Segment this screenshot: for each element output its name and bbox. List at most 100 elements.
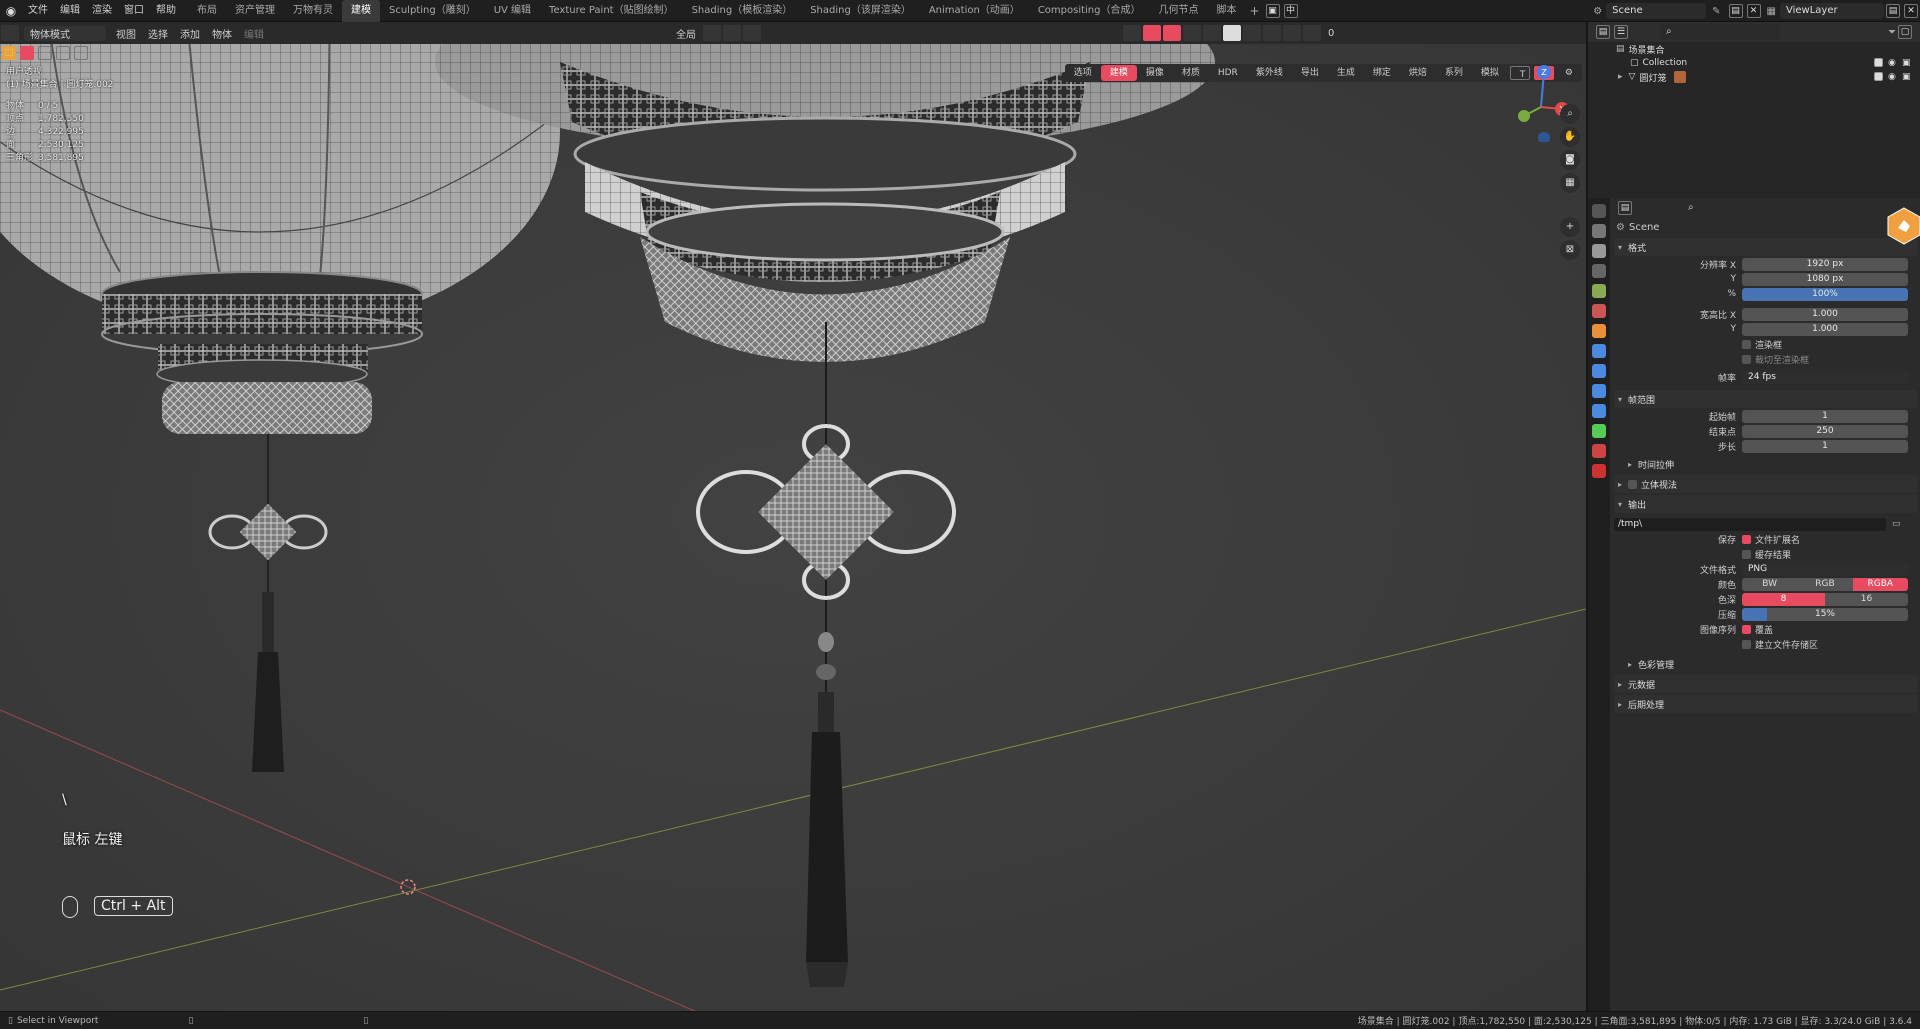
tab-sculpting[interactable]: Sculpting（雕刻）: [380, 0, 485, 22]
section-frame-range[interactable]: ▾ 帧范围: [1614, 390, 1918, 408]
mode-select[interactable]: 物体模式: [24, 25, 106, 41]
delete-scene-icon[interactable]: ✕: [1746, 4, 1761, 18]
particles-tab-icon[interactable]: [1592, 364, 1606, 378]
subsection-color-management[interactable]: ▸ 色彩管理: [1614, 655, 1918, 673]
folder-icon[interactable]: ▭: [1892, 519, 1901, 529]
outliner-row-lantern[interactable]: ▸ ▽ 圆灯笼 ◉ ▣: [1588, 70, 1920, 84]
color-rgb-button[interactable]: RGB: [1797, 577, 1853, 591]
menu-window[interactable]: 窗口: [118, 0, 150, 22]
addon-tab-hdr[interactable]: HDR: [1209, 65, 1247, 81]
menu-view[interactable]: 视图: [110, 26, 142, 41]
render-camera-icon[interactable]: ▣: [1902, 58, 1911, 68]
pin-icon[interactable]: ✎: [1712, 6, 1720, 17]
filter-funnel-icon[interactable]: ⏷: [1888, 27, 1896, 38]
output-path-field[interactable]: /tmp\: [1614, 517, 1886, 531]
delete-view-layer-icon[interactable]: ✕: [1904, 4, 1918, 18]
render-tab-icon[interactable]: [1592, 224, 1606, 238]
new-collection-icon[interactable]: ▢: [1898, 25, 1912, 39]
outliner-row-collection[interactable]: ▢ Collection ◉ ▣: [1588, 56, 1920, 70]
menu-select[interactable]: 选择: [142, 26, 174, 41]
screenshot-icon[interactable]: ▣: [1265, 3, 1280, 18]
view-layer-field[interactable]: ViewLayer: [1780, 3, 1884, 19]
compression-slider[interactable]: 15%: [1742, 607, 1908, 621]
lock-view-icon[interactable]: ⊠: [1560, 240, 1580, 260]
render-cube-icon[interactable]: [1886, 206, 1920, 246]
addon-tab-material[interactable]: 材质: [1173, 65, 1209, 81]
addon-tab-bake[interactable]: 烘焙: [1400, 65, 1436, 81]
addon-tab-modeling[interactable]: 建模: [1100, 65, 1137, 81]
proportional-icon[interactable]: [743, 25, 761, 41]
tab-shading-1[interactable]: Shading（模板渲染）: [683, 0, 802, 22]
properties-search-input[interactable]: ⌕: [1682, 200, 1768, 216]
section-stereoscopy[interactable]: ▸ 立体视法: [1614, 475, 1918, 493]
camera-icon[interactable]: [1303, 25, 1321, 41]
menu-object[interactable]: 物体: [206, 26, 238, 41]
color-bw-button[interactable]: BW: [1742, 577, 1798, 591]
fps-select[interactable]: 24 fps: [1742, 370, 1908, 384]
camera-view-icon[interactable]: ◙: [1560, 150, 1580, 170]
filter-icon[interactable]: [1283, 25, 1301, 41]
tab-layout[interactable]: 布局: [188, 0, 226, 22]
overlay-select[interactable]: 选项: [1065, 65, 1101, 81]
object-tab-icon[interactable]: [1592, 324, 1606, 338]
shading-material-icon[interactable]: [1243, 25, 1261, 41]
resolution-x-field[interactable]: 1920 px: [1742, 257, 1908, 271]
texture-tab-icon[interactable]: [1592, 464, 1606, 478]
addon-tab-uv[interactable]: 紫外线: [1247, 65, 1292, 81]
menu-file[interactable]: 文件: [22, 0, 54, 22]
pivot-icon[interactable]: [703, 25, 721, 41]
depth-16-button[interactable]: 16: [1825, 592, 1908, 606]
output-tab-icon[interactable]: [1592, 244, 1606, 258]
snap-icon[interactable]: [723, 25, 741, 41]
addon-tab-series[interactable]: 系列: [1436, 65, 1472, 81]
overlay-toggle-icon[interactable]: [1163, 25, 1181, 41]
view-layer-tab-icon[interactable]: [1592, 264, 1606, 278]
section-metadata[interactable]: ▸ 元数据: [1614, 675, 1918, 693]
select-mode-invert-icon[interactable]: [74, 46, 88, 60]
select-box-icon[interactable]: ⬚: [2, 46, 16, 60]
tab-texture-paint[interactable]: Texture Paint（贴图绘制）: [540, 0, 683, 22]
tool-tab-icon[interactable]: [1592, 204, 1606, 218]
render-camera-icon[interactable]: ▣: [1902, 72, 1911, 82]
visibility-icon[interactable]: [1123, 25, 1141, 41]
select-mode-subtract-icon[interactable]: [56, 46, 70, 60]
world-tab-icon[interactable]: [1592, 304, 1606, 318]
tab-wanwu[interactable]: 万物有灵: [284, 0, 342, 22]
addon-tab-camera[interactable]: 摄像: [1137, 65, 1173, 81]
new-view-layer-icon[interactable]: ▤: [1886, 4, 1900, 18]
scene-field[interactable]: Scene: [1606, 3, 1707, 19]
addon-tab-export[interactable]: 导出: [1292, 65, 1328, 81]
zoom-icon[interactable]: ⌕: [1560, 104, 1580, 124]
menu-render[interactable]: 渲染: [86, 0, 118, 22]
resolution-y-field[interactable]: 1080 px: [1742, 272, 1908, 286]
select-mode-extend-icon[interactable]: [38, 46, 52, 60]
shading-rendered-icon[interactable]: [1263, 25, 1281, 41]
tab-animation[interactable]: Animation（动画）: [920, 0, 1029, 22]
outliner-row-root[interactable]: ▤ 场景集合: [1588, 42, 1920, 56]
editor-type-icon[interactable]: [1, 25, 19, 41]
aspect-x-field[interactable]: 1.000: [1742, 307, 1908, 321]
data-tab-icon[interactable]: [1592, 424, 1606, 438]
add-icon[interactable]: +: [1560, 217, 1580, 237]
frame-end-field[interactable]: 250: [1742, 424, 1908, 438]
cache-result-checkbox[interactable]: 缓存结果: [1742, 548, 1791, 561]
pan-hand-icon[interactable]: ✋: [1560, 127, 1580, 147]
material-tab-icon[interactable]: [1592, 444, 1606, 458]
physics-tab-icon[interactable]: [1592, 384, 1606, 398]
eye-icon[interactable]: ◉: [1888, 58, 1896, 68]
tab-compositing[interactable]: Compositing（合成）: [1029, 0, 1150, 22]
select-mode-new-icon[interactable]: [20, 46, 34, 60]
outliner-search-input[interactable]: ⌕: [1660, 24, 1780, 40]
add-workspace-icon[interactable]: +: [1246, 4, 1264, 18]
exclude-checkbox[interactable]: [1874, 72, 1883, 81]
resolution-percent-field[interactable]: 100%: [1742, 287, 1908, 301]
file-ext-checkbox[interactable]: 文件扩展名: [1742, 533, 1800, 546]
shading-wire-icon[interactable]: [1203, 25, 1221, 41]
3d-viewport[interactable]: 物体模式 视图 选择 添加 物体 编辑 全局 0 ⬚ 选项 建模 摄像 材质 H…: [0, 22, 1586, 1011]
addon-tab-sim[interactable]: 模拟: [1472, 65, 1508, 81]
transform-orientation[interactable]: 全局: [670, 26, 702, 41]
xray-icon[interactable]: [1183, 25, 1201, 41]
render-region-checkbox[interactable]: 渲染框: [1742, 338, 1782, 351]
stereoscopy-checkbox[interactable]: [1628, 479, 1637, 489]
depth-8-button[interactable]: 8: [1742, 592, 1825, 606]
